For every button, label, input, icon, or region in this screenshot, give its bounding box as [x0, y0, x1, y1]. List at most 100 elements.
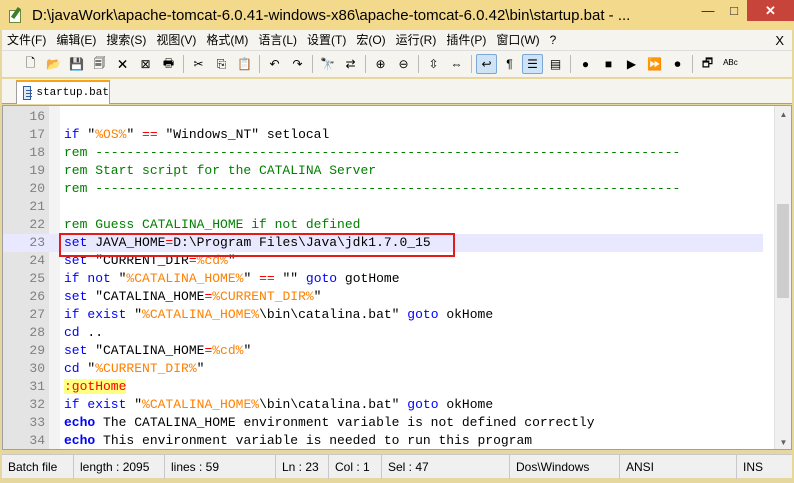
menu-item-5[interactable]: 语言(L): [253, 30, 302, 51]
play-multiple-button[interactable]: ⏩: [644, 54, 665, 74]
code-token: goto: [305, 271, 338, 286]
code-line[interactable]: 19 rem Start script for the CATALINA Serv…: [3, 162, 763, 180]
sync-vertical-button[interactable]: ⇳: [423, 54, 444, 74]
status-encoding[interactable]: ANSI: [620, 454, 737, 479]
print-button[interactable]: 🖶: [158, 54, 179, 74]
record-macro-button[interactable]: ●: [575, 54, 596, 74]
toolbar-separator: [365, 55, 366, 73]
line-number: 19: [29, 163, 45, 178]
menu-item-2[interactable]: 搜索(S): [101, 30, 151, 51]
doc-map-button[interactable]: ▤: [545, 54, 566, 74]
code-line[interactable]: 26 set "CATALINA_HOME=%CURRENT_DIR%": [3, 288, 763, 306]
code-line[interactable]: 22 rem Guess CATALINA_HOME if not defined: [3, 216, 763, 234]
save-macro-icon: ⏺: [674, 56, 681, 71]
launch-button[interactable]: 🗗: [697, 54, 718, 74]
code-line[interactable]: 28 cd ..: [3, 324, 763, 342]
code-token: set: [64, 289, 88, 304]
word-wrap-button[interactable]: ↩: [476, 54, 497, 74]
show-all-chars-button[interactable]: ¶: [499, 54, 520, 74]
play-macro-button[interactable]: ▶: [621, 54, 642, 74]
code-line[interactable]: 27 if exist "%CATALINA_HOME%\bin\catalina…: [3, 306, 763, 324]
stop-record-button[interactable]: ■: [598, 54, 619, 74]
menu-item-10[interactable]: 窗口(W): [491, 30, 544, 51]
toolbar: 🗋 📂 💾 🗐 🗙 ⊠ 🖶 ✂ ⎘ 📋 ↶ ↷ 🔭 ⇄ ⊕ ⊖ ⇳ ⇔ ↩ ¶ ☰ ▤ ● ■ ▶ ⏩ ⏺ 🗗 ᴬᴮᶜ: [2, 51, 792, 77]
code-editor[interactable]: 16 17 if "%OS%" == "Windows_NT" setlocal 18…: [2, 105, 792, 450]
line-number: 21: [29, 199, 45, 214]
menu-item-9[interactable]: 插件(P): [441, 30, 491, 51]
line-text: if "%OS%" == "Windows_NT" setlocal: [64, 126, 329, 144]
scrollbar-thumb[interactable]: [777, 204, 789, 298]
tab-startup-bat[interactable]: startup.bat: [16, 80, 110, 104]
save-all-button[interactable]: 🗐: [89, 54, 110, 74]
close-all-button[interactable]: ⊠: [135, 54, 156, 74]
code-line[interactable]: 17 if "%OS%" == "Windows_NT" setlocal: [3, 126, 763, 144]
code-token: ==: [259, 271, 275, 286]
line-text: set "CATALINA_HOME=%CURRENT_DIR%": [64, 288, 321, 306]
menu-item-7[interactable]: 宏(O): [351, 30, 390, 51]
code-token: %OS%: [95, 127, 127, 142]
menu-item-11[interactable]: ?: [545, 30, 562, 51]
open-file-button[interactable]: 📂: [43, 54, 64, 74]
replace-button[interactable]: ⇄: [340, 54, 361, 74]
code-token: goto: [407, 307, 439, 322]
toolbar-separator: [418, 55, 419, 73]
line-number: 27: [29, 307, 45, 322]
scroll-up-icon[interactable]: ▲: [775, 106, 791, 123]
code-line[interactable]: 33 echo The CATALINA_HOME environment var…: [3, 414, 763, 432]
save-macro-button[interactable]: ⏺: [667, 54, 688, 74]
spellcheck-button[interactable]: ᴬᴮᶜ: [720, 54, 741, 74]
zoom-in-button[interactable]: ⊕: [370, 54, 391, 74]
code-line[interactable]: 18 rem ----------------------------------…: [3, 144, 763, 162]
title-bar[interactable]: D:\javaWork\apache-tomcat-6.0.41-windows…: [0, 0, 794, 30]
code-line[interactable]: 30 cd "%CURRENT_DIR%": [3, 360, 763, 378]
code-token: :gotHome: [64, 379, 127, 394]
code-line[interactable]: 16: [3, 108, 763, 126]
notepad-plus-plus-icon: [8, 6, 24, 23]
save-button[interactable]: 💾: [66, 54, 87, 74]
code-line[interactable]: 20 rem ----------------------------------…: [3, 180, 763, 198]
line-text: rem Guess CATALINA_HOME if not defined: [64, 216, 360, 234]
code-token: okHome: [438, 397, 494, 412]
scroll-down-icon[interactable]: ▼: [775, 434, 791, 449]
copy-button[interactable]: ⎘: [211, 54, 232, 74]
paste-button[interactable]: 📋: [234, 54, 255, 74]
close-file-button[interactable]: 🗙: [112, 54, 133, 74]
code-line[interactable]: 32 if exist "%CATALINA_HOME%\bin\catalina…: [3, 396, 763, 414]
menu-item-1[interactable]: 编辑(E): [51, 30, 101, 51]
undo-icon: ↶: [269, 57, 280, 71]
zoom-out-button[interactable]: ⊖: [393, 54, 414, 74]
menu-item-6[interactable]: 设置(T): [302, 30, 351, 51]
menu-item-8[interactable]: 运行(R): [391, 30, 442, 51]
indent-guide-button[interactable]: ☰: [522, 54, 543, 74]
status-eol[interactable]: Dos\Windows: [510, 454, 620, 479]
menu-item-4[interactable]: 格式(M): [201, 30, 253, 51]
doc-map-icon: ▤: [549, 57, 562, 71]
find-button[interactable]: 🔭: [317, 54, 338, 74]
line-text: rem ------------------------------------…: [64, 144, 680, 162]
sync-horizontal-icon: ⇔: [450, 57, 463, 71]
cut-button[interactable]: ✂: [188, 54, 209, 74]
code-token: rem ------------------------------------…: [64, 181, 681, 196]
close-window-button[interactable]: ✕: [747, 0, 794, 21]
menu-item-3[interactable]: 视图(V): [151, 30, 201, 51]
maximize-button[interactable]: □: [721, 0, 747, 21]
menu-item-0[interactable]: 文件(F): [2, 30, 51, 51]
code-token: gotHome: [337, 271, 400, 286]
minimize-button[interactable]: —: [695, 0, 721, 21]
code-line[interactable]: 29 set "CATALINA_HOME=%cd%": [3, 342, 763, 360]
paste-icon: 📋: [237, 57, 252, 71]
vertical-scrollbar[interactable]: ▲ ▼: [774, 106, 791, 449]
close-document-button[interactable]: X: [775, 30, 784, 51]
code-line[interactable]: 31:gotHome: [3, 378, 763, 396]
toolbar-separator: [471, 55, 472, 73]
sync-horizontal-button[interactable]: ⇔: [446, 54, 467, 74]
redo-button[interactable]: ↷: [287, 54, 308, 74]
code-line[interactable]: 34 echo This environment variable is need…: [3, 432, 763, 449]
code-token: ": [313, 289, 322, 304]
undo-button[interactable]: ↶: [264, 54, 285, 74]
line-text: rem Start script for the CATALINA Server: [64, 162, 376, 180]
code-line[interactable]: 25 if not "%CATALINA_HOME%" == "" goto go…: [3, 270, 763, 288]
zoom-out-icon: ⊖: [398, 57, 409, 71]
code-line[interactable]: 21: [3, 198, 763, 216]
new-file-button[interactable]: 🗋: [20, 54, 41, 74]
